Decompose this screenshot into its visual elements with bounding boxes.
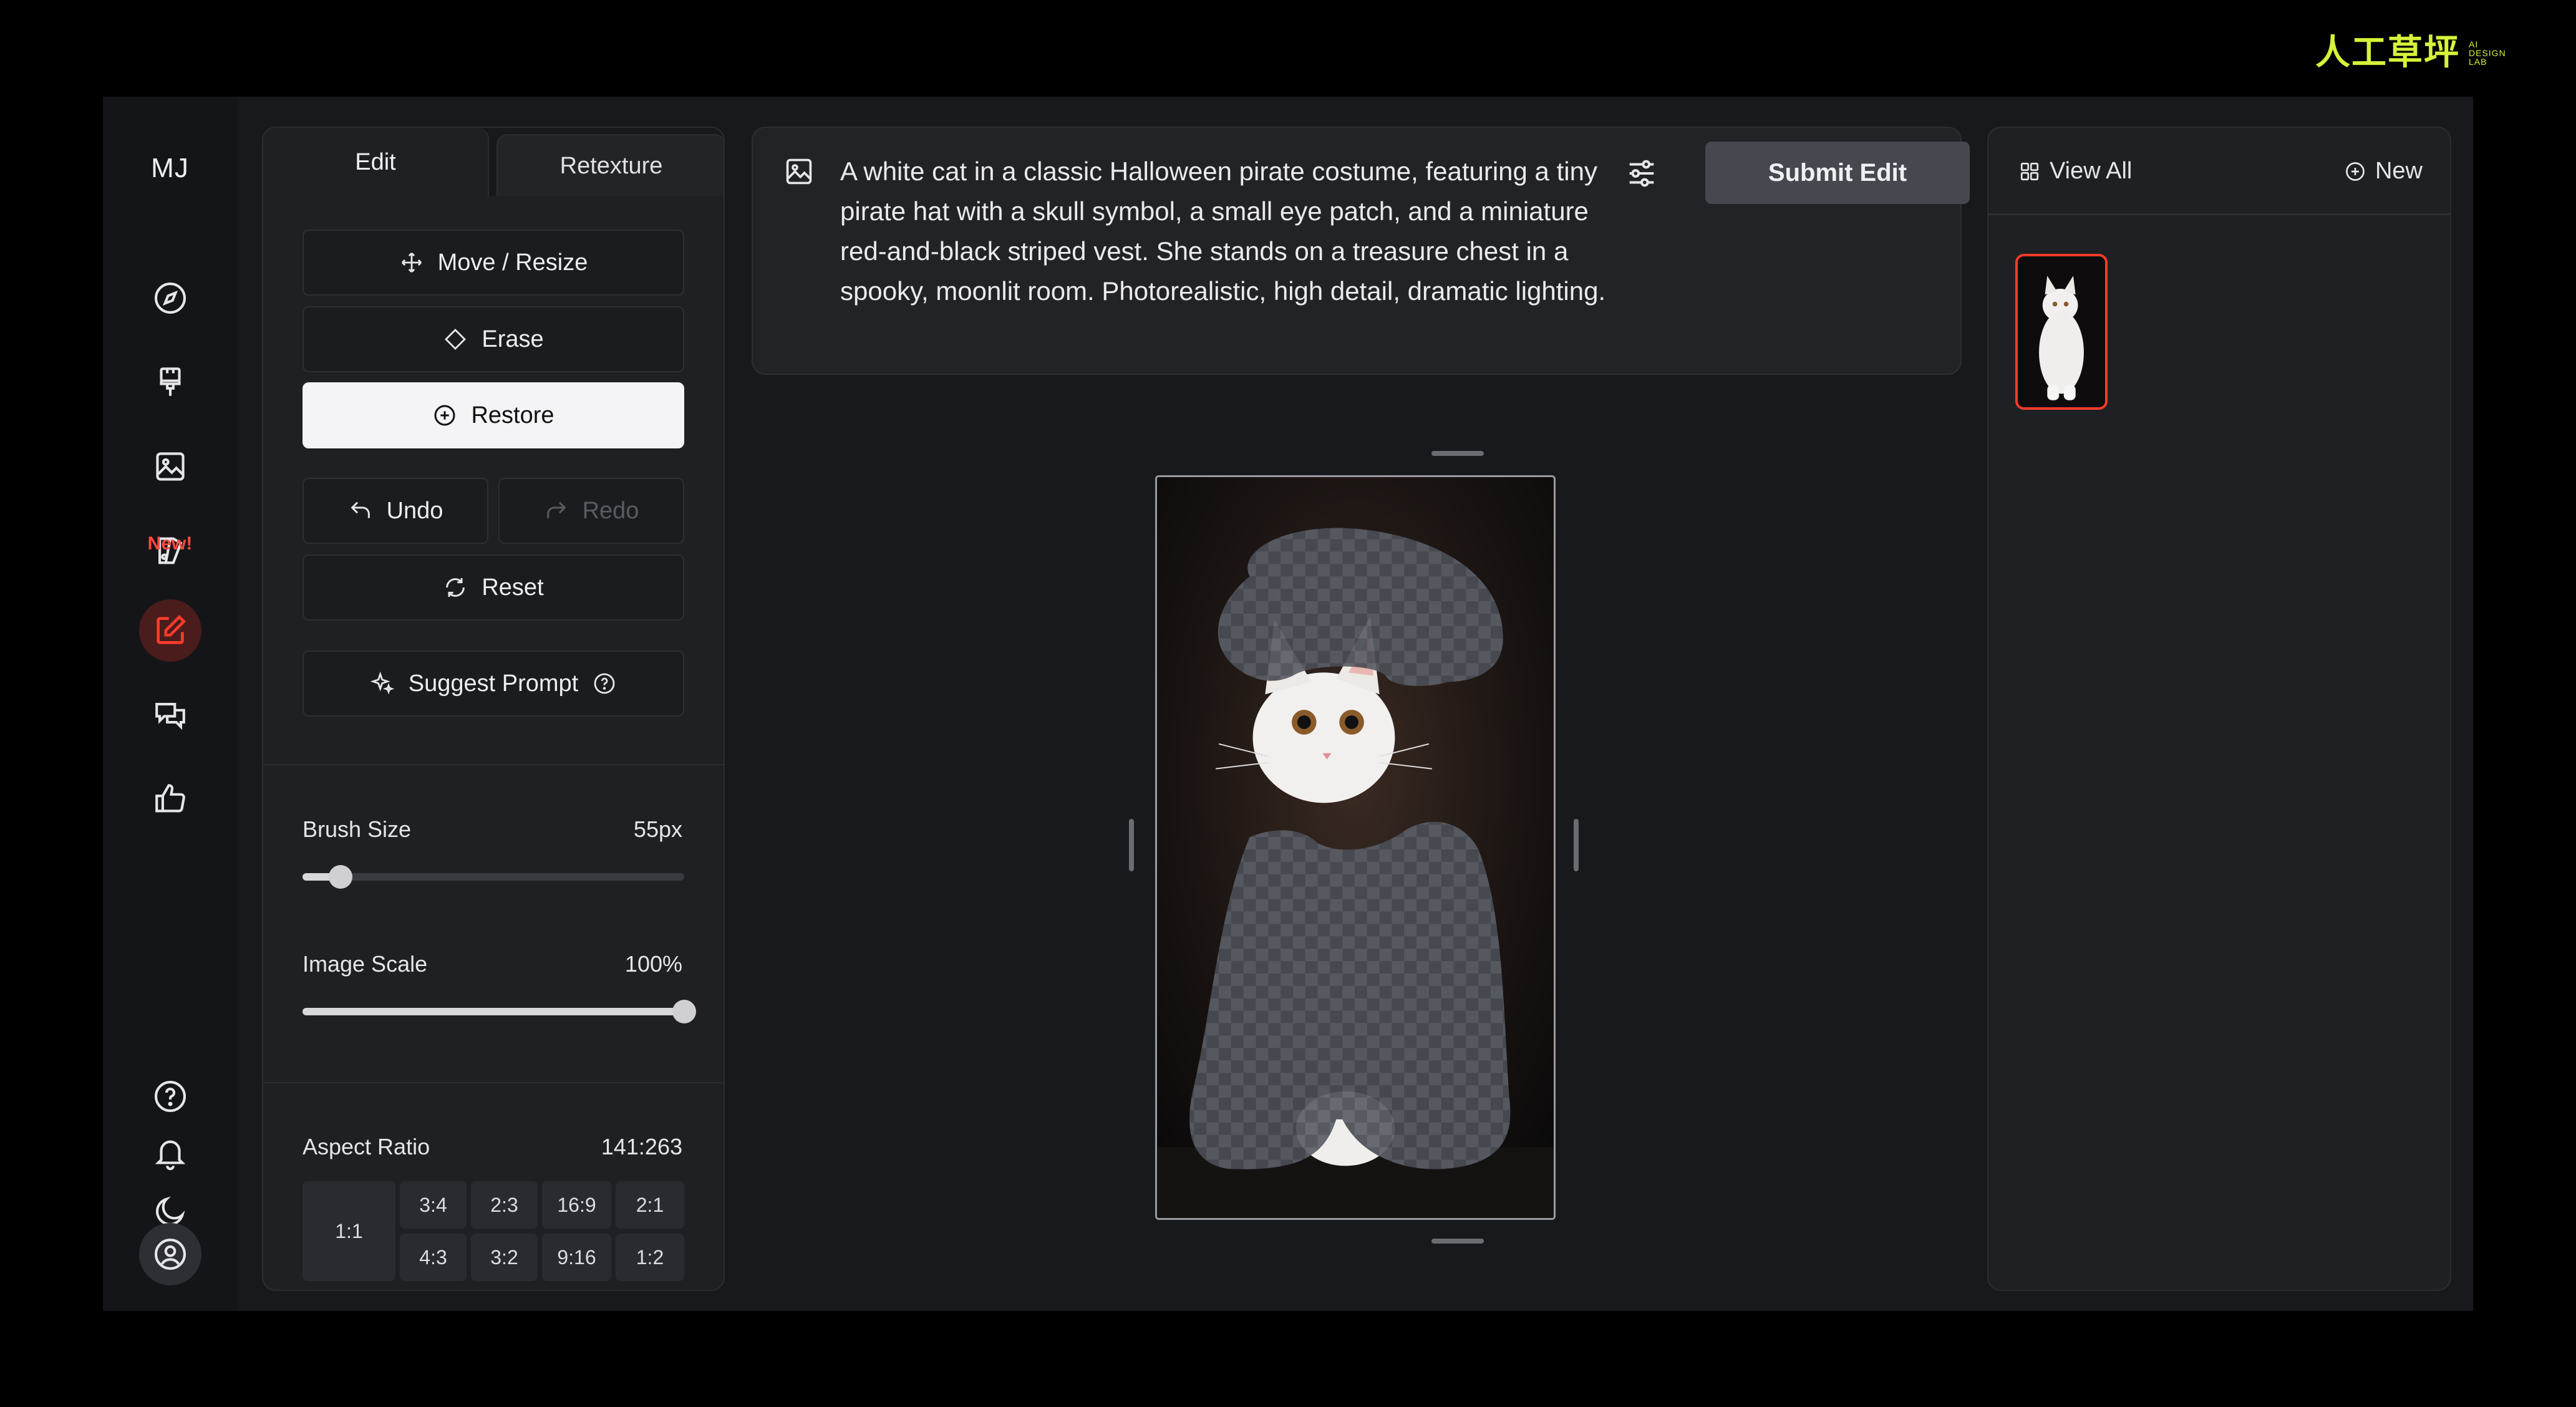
brand-subtitle: AI DESIGN LAB — [2469, 40, 2506, 66]
ratio-16-9[interactable]: 16:9 — [542, 1181, 611, 1229]
brand-sub-line: DESIGN — [2469, 48, 2506, 58]
ratio-2-3[interactable]: 2:3 — [471, 1181, 538, 1229]
undo-icon — [351, 501, 370, 518]
cat-thumbnail — [2018, 258, 2105, 406]
suggest-prompt-label: Suggest Prompt — [408, 670, 579, 697]
refresh-icon — [446, 578, 465, 597]
suggest-prompt-button[interactable]: Suggest Prompt — [303, 650, 684, 717]
erase-button[interactable]: Erase — [303, 306, 684, 372]
gallery-header: View All New — [1988, 128, 2450, 215]
move-resize-label: Move / Resize — [437, 249, 588, 276]
grid-icon — [2020, 162, 2039, 180]
slider-knob[interactable] — [329, 865, 353, 889]
plus-circle-icon — [434, 405, 455, 426]
brush-icon[interactable] — [139, 351, 201, 413]
resize-handle-bottom[interactable] — [1431, 1239, 1484, 1244]
resize-handle-right[interactable] — [1574, 819, 1579, 871]
eraser-icon — [445, 328, 467, 351]
image-scale-value: 100% — [624, 951, 682, 977]
brush-size-value: 55px — [633, 816, 682, 842]
resize-handle-left[interactable] — [1129, 819, 1134, 871]
explore-icon[interactable] — [139, 267, 201, 329]
sparkle-icon — [370, 671, 394, 695]
plus-circle-icon — [2346, 162, 2365, 181]
ratio-1-2[interactable]: 1:2 — [616, 1234, 684, 1281]
image-scale-label: Image Scale — [303, 951, 428, 977]
slider-fill — [303, 1008, 684, 1015]
prompt-box[interactable]: A white cat in a classic Halloween pirat… — [752, 127, 1970, 375]
submit-edit-button[interactable]: Submit Edit — [1705, 142, 1970, 204]
edit-icon[interactable] — [138, 599, 201, 662]
cat-image — [1157, 477, 1554, 1218]
divider — [263, 764, 724, 765]
undo-button[interactable]: Undo — [303, 478, 488, 544]
reset-button[interactable]: Reset — [303, 554, 684, 621]
redo-icon — [546, 501, 566, 518]
image-icon[interactable] — [139, 435, 201, 498]
account-icon[interactable] — [138, 1223, 201, 1285]
new-label: New — [2375, 158, 2423, 184]
restore-label: Restore — [471, 402, 554, 428]
view-all-label: View All — [2050, 158, 2133, 184]
erase-label: Erase — [482, 326, 544, 352]
tab-edit[interactable]: Edit — [263, 128, 489, 196]
settings-sliders-icon[interactable] — [1624, 155, 1660, 191]
brand-name: 人工草坪 — [2315, 32, 2460, 73]
edit-canvas[interactable] — [1155, 475, 1556, 1220]
brush-size-label: Brush Size — [303, 816, 412, 842]
redo-label: Redo — [582, 497, 639, 524]
aspect-ratio-label: Aspect Ratio — [303, 1134, 430, 1159]
ratio-3-4[interactable]: 3:4 — [400, 1181, 467, 1229]
like-icon[interactable] — [139, 768, 201, 830]
ratio-4-3[interactable]: 4:3 — [400, 1234, 467, 1281]
restore-button[interactable]: Restore — [303, 382, 684, 448]
redo-button[interactable]: Redo — [498, 478, 684, 544]
image-scale-slider[interactable] — [303, 1000, 696, 1023]
gallery-panel: View All New — [1987, 127, 2451, 1291]
new-badge: New! — [147, 533, 193, 554]
nav-rail: MJ New! — [103, 97, 237, 1311]
chat-icon[interactable] — [139, 684, 201, 746]
brand-logo: 人工草坪 AI DESIGN LAB — [2315, 34, 2506, 72]
view-all-button[interactable]: View All — [2018, 158, 2132, 185]
gallery-thumbnail[interactable] — [2015, 254, 2108, 410]
ratio-9-16[interactable]: 9:16 — [542, 1234, 611, 1281]
move-icon — [401, 252, 422, 273]
ratio-2-1[interactable]: 2:1 — [616, 1181, 684, 1229]
tool-tabs: Edit Retexture — [263, 128, 724, 196]
help-icon[interactable] — [592, 671, 617, 696]
slider-knob[interactable] — [672, 1000, 696, 1023]
new-button[interactable]: New — [2344, 158, 2423, 185]
move-resize-button[interactable]: Move / Resize — [303, 230, 684, 296]
image-icon[interactable] — [783, 155, 815, 188]
ratio-3-2[interactable]: 3:2 — [471, 1234, 538, 1281]
resize-handle-top[interactable] — [1431, 451, 1484, 456]
prompt-text[interactable]: A white cat in a classic Halloween pirat… — [840, 152, 1607, 311]
tab-retexture[interactable]: Retexture — [496, 134, 724, 196]
divider — [263, 1082, 724, 1083]
tools-panel: Edit Retexture Move / Resize Erase Resto… — [262, 127, 725, 1291]
brand-sub-line: AI — [2469, 39, 2479, 49]
undo-label: Undo — [386, 497, 443, 524]
help-icon[interactable] — [139, 1065, 201, 1128]
ratio-1-1[interactable]: 1:1 — [303, 1181, 395, 1281]
brand-sub-line: LAB — [2469, 57, 2487, 67]
app-window: MJ New! Edit Retexture Move / Resize Era… — [103, 97, 2473, 1311]
bell-icon[interactable] — [139, 1123, 201, 1185]
reset-label: Reset — [482, 574, 544, 601]
app-logo[interactable]: MJ — [103, 153, 237, 184]
brush-size-slider[interactable] — [303, 865, 684, 889]
aspect-ratio-value: 141:263 — [601, 1134, 682, 1159]
